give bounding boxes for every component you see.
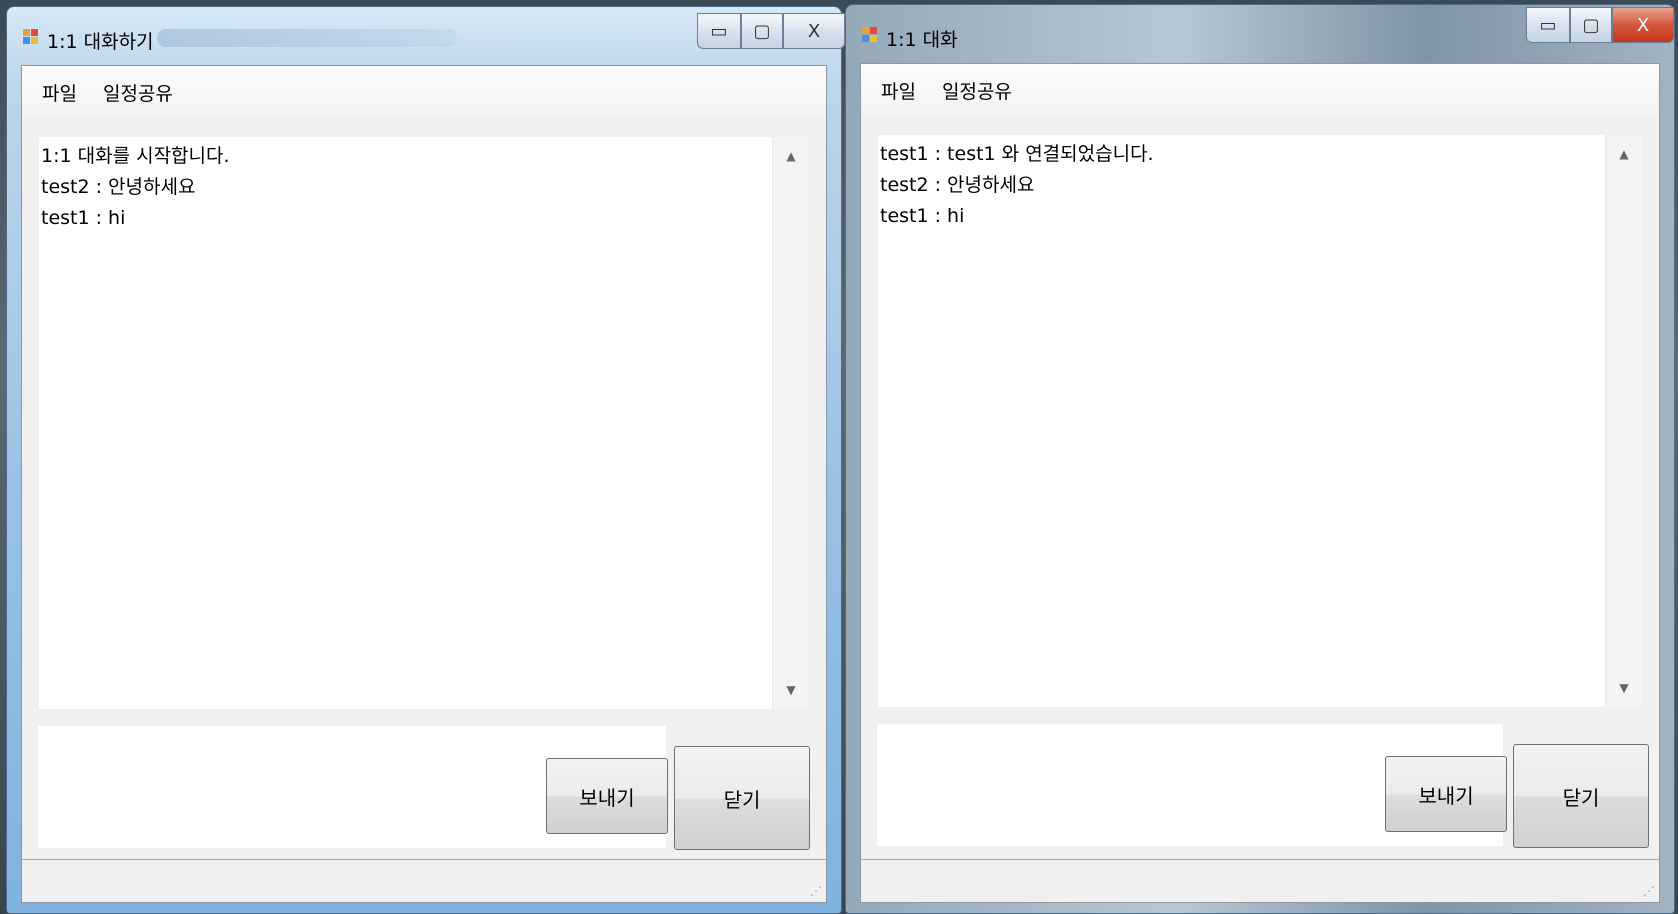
chat-line: test1 : hi bbox=[41, 207, 126, 229]
menu-bar: 파일 일정공유 bbox=[861, 64, 1659, 116]
chat-window-right: 1:1 대화 ▭ ▢ X 파일 일정공유 test1 : test1 와 연결되… bbox=[845, 4, 1675, 914]
chat-log[interactable]: 1:1 대화를 시작합니다. test2 : 안녕하세요 test1 : hi … bbox=[38, 136, 810, 710]
status-bar: ⋰ bbox=[22, 859, 826, 902]
close-button[interactable]: 닫기 bbox=[1513, 744, 1649, 848]
menu-schedule-share[interactable]: 일정공유 bbox=[942, 77, 1012, 104]
maximize-button[interactable]: ▢ bbox=[1570, 7, 1612, 43]
menu-file[interactable]: 파일 bbox=[881, 77, 916, 104]
chat-log[interactable]: test1 : test1 와 연결되었습니다. test2 : 안녕하세요 t… bbox=[877, 134, 1643, 708]
window-title: 1:1 대화 bbox=[886, 29, 958, 51]
chat-scrollbar[interactable]: ▲ ▼ bbox=[772, 137, 809, 709]
status-bar: ⋰ bbox=[861, 859, 1659, 902]
chat-lines: test1 : test1 와 연결되었습니다. test2 : 안녕하세요 t… bbox=[880, 139, 1602, 232]
app-icon bbox=[862, 27, 878, 43]
send-button[interactable]: 보내기 bbox=[1385, 756, 1507, 832]
window-client-area: 파일 일정공유 1:1 대화를 시작합니다. test2 : 안녕하세요 tes… bbox=[21, 65, 827, 903]
minimize-button[interactable]: ▭ bbox=[697, 13, 741, 49]
window-title: 1:1 대화하기 bbox=[47, 31, 154, 53]
window-controls: ▭ ▢ X bbox=[1526, 7, 1674, 45]
close-window-button[interactable]: X bbox=[783, 13, 845, 49]
scroll-down-arrow-icon[interactable]: ▼ bbox=[1606, 673, 1642, 703]
close-window-button[interactable]: X bbox=[1612, 7, 1674, 43]
maximize-button[interactable]: ▢ bbox=[741, 13, 783, 49]
menu-bar: 파일 일정공유 bbox=[22, 66, 826, 118]
send-button[interactable]: 보내기 bbox=[546, 758, 668, 834]
title-bar[interactable]: 1:1 대화하기 ▭ ▢ X bbox=[7, 7, 845, 65]
chat-line: test2 : 안녕하세요 bbox=[41, 176, 196, 198]
resize-grip-icon[interactable]: ⋰ bbox=[1643, 884, 1655, 898]
menu-schedule-share[interactable]: 일정공유 bbox=[103, 79, 173, 106]
title-bar[interactable]: 1:1 대화 ▭ ▢ X bbox=[846, 5, 1674, 63]
scroll-up-arrow-icon[interactable]: ▲ bbox=[773, 141, 809, 171]
scroll-down-arrow-icon[interactable]: ▼ bbox=[773, 675, 809, 705]
minimize-button[interactable]: ▭ bbox=[1526, 7, 1570, 43]
blurred-title-overlay bbox=[157, 29, 457, 47]
chat-line: 1:1 대화를 시작합니다. bbox=[41, 145, 230, 167]
chat-lines: 1:1 대화를 시작합니다. test2 : 안녕하세요 test1 : hi bbox=[41, 141, 769, 234]
menu-file[interactable]: 파일 bbox=[42, 79, 77, 106]
chat-window-left: 1:1 대화하기 ▭ ▢ X 파일 일정공유 1:1 대화를 시작합니다. te… bbox=[6, 6, 845, 914]
window-controls: ▭ ▢ X bbox=[697, 13, 845, 51]
app-icon bbox=[23, 29, 39, 45]
chat-line: test1 : hi bbox=[880, 205, 965, 227]
chat-line: test2 : 안녕하세요 bbox=[880, 174, 1035, 196]
close-button[interactable]: 닫기 bbox=[674, 746, 810, 850]
scroll-up-arrow-icon[interactable]: ▲ bbox=[1606, 139, 1642, 169]
chat-line: test1 : test1 와 연결되었습니다. bbox=[880, 143, 1154, 165]
resize-grip-icon[interactable]: ⋰ bbox=[810, 884, 822, 898]
chat-scrollbar[interactable]: ▲ ▼ bbox=[1605, 135, 1642, 707]
window-client-area: 파일 일정공유 test1 : test1 와 연결되었습니다. test2 :… bbox=[860, 63, 1660, 903]
